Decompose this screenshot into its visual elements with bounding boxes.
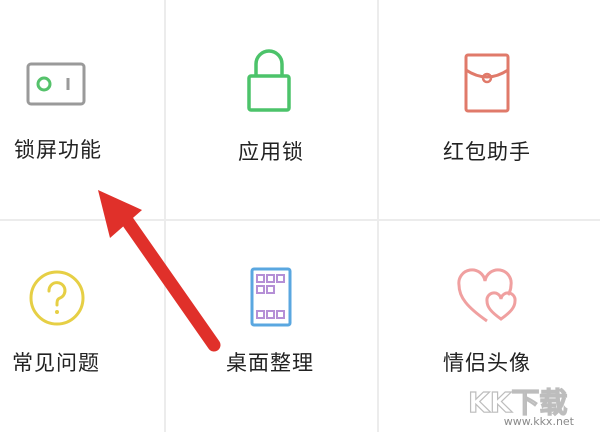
- red-envelope-icon: [464, 53, 510, 113]
- tile-couple-avatar[interactable]: 情侣头像: [379, 221, 600, 432]
- tile-red-envelope[interactable]: 红包助手: [379, 0, 600, 219]
- tile-label: 红包助手: [443, 140, 531, 164]
- tile-lock-screen[interactable]: 锁屏功能: [0, 0, 164, 219]
- tile-label: 锁屏功能: [14, 138, 102, 162]
- tile-desktop-organize[interactable]: 桌面整理: [166, 221, 377, 432]
- tile-label: 情侣头像: [443, 351, 531, 375]
- tile-label: 桌面整理: [226, 351, 314, 375]
- tile-label: 常见问题: [12, 351, 100, 375]
- tile-faq[interactable]: 常见问题: [0, 221, 164, 432]
- question-icon: [29, 270, 85, 326]
- tile-app-lock[interactable]: 应用锁: [166, 0, 377, 219]
- desktop-organize-icon: [250, 267, 292, 327]
- feature-grid: 锁屏功能 应用锁 红包助手 常见问题 桌面整理 情侣头像: [0, 0, 600, 432]
- tile-label: 应用锁: [238, 140, 304, 164]
- double-heart-icon: [457, 268, 517, 323]
- lock-screen-toggle-icon: [26, 62, 86, 106]
- padlock-icon: [247, 49, 291, 112]
- watermark-url: www.kkx.net: [503, 415, 574, 428]
